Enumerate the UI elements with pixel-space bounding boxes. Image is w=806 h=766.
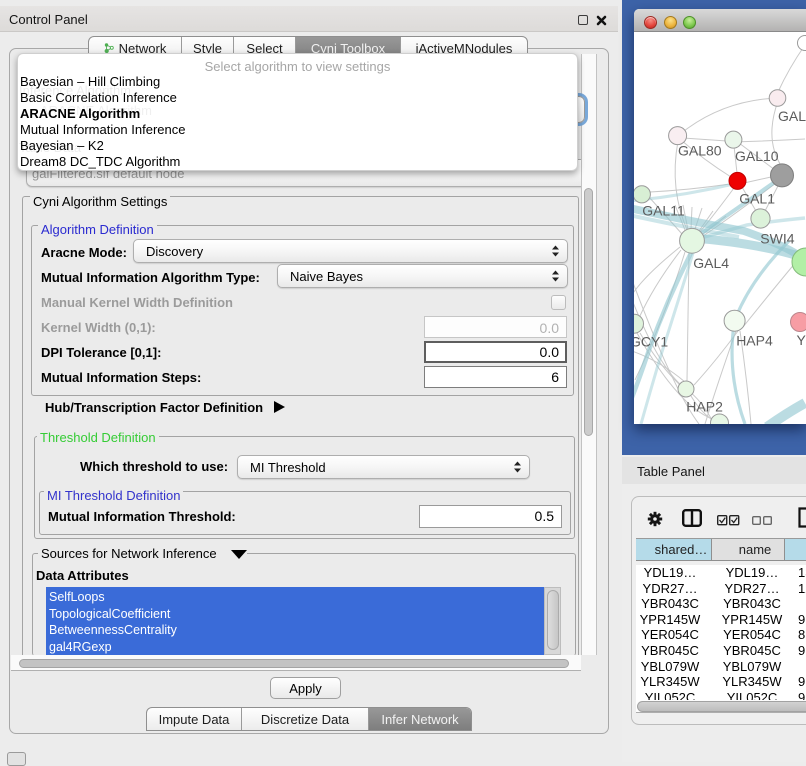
svg-text:GAL1: GAL1: [739, 191, 775, 207]
svg-text:GAL10: GAL10: [735, 148, 779, 164]
svg-text:GAL80: GAL80: [678, 143, 722, 159]
svg-text:Y: Y: [797, 332, 806, 348]
svg-text:HAP2: HAP2: [686, 399, 723, 415]
svg-text:GAL7: GAL7: [778, 108, 806, 124]
svg-text:GAL4: GAL4: [693, 255, 729, 271]
svg-text:GAL11: GAL11: [642, 203, 685, 219]
svg-text:GCY1: GCY1: [634, 334, 668, 350]
svg-text:HAP4: HAP4: [736, 333, 773, 349]
svg-text:SWI4: SWI4: [760, 230, 794, 246]
